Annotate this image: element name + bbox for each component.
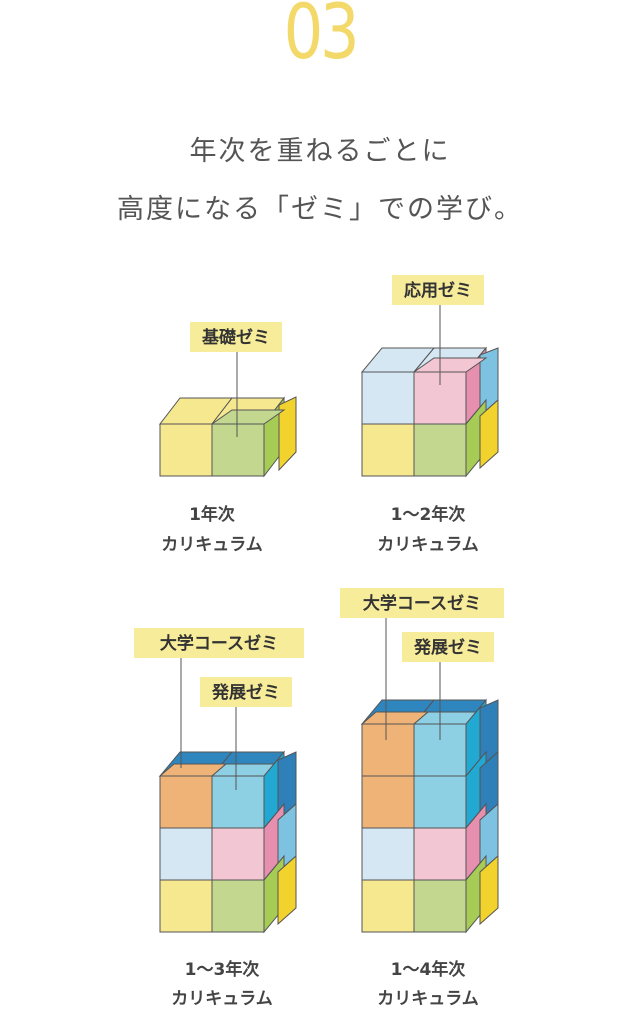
tag-hatten-zemi-4: 発展ゼミ bbox=[413, 637, 482, 658]
caption-year-1-3-line1: 1〜3年次 bbox=[185, 959, 260, 980]
diagram-year-1-3: 大学コースゼミ 発展ゼミ 1〜3年次 カリキュラム bbox=[134, 628, 304, 1009]
diagram-year-1-2: 応用ゼミ 1〜2年次 カリキュラム bbox=[360, 275, 499, 555]
caption-year-1-4-line2: カリキュラム bbox=[377, 989, 479, 1009]
tag-oyo-zemi: 応用ゼミ bbox=[404, 280, 472, 301]
caption-year-1-4-line1: 1〜4年次 bbox=[391, 959, 466, 980]
caption-year-1-2-line2: カリキュラム bbox=[377, 535, 479, 555]
curriculum-cube-diagrams: 基礎ゼミ 1年次 カリキュラム 応用ゼミ 1〜2年次 カリキュラム 大学コースゼ… bbox=[134, 275, 504, 1009]
diagram-year-1-4: 大学コースゼミ 発展ゼミ 1〜4年次 カリキュラム bbox=[340, 588, 504, 1009]
caption-year-1-2-line1: 1〜2年次 bbox=[391, 504, 466, 525]
diagram-year-1: 基礎ゼミ 1年次 カリキュラム bbox=[158, 322, 297, 555]
caption-year-1-line1: 1年次 bbox=[189, 504, 235, 525]
caption-year-1-line2: カリキュラム bbox=[161, 535, 263, 555]
tag-daigaku-course-zemi-4: 大学コースゼミ bbox=[363, 593, 481, 614]
caption-year-1-3-line2: カリキュラム bbox=[171, 989, 273, 1009]
tag-hatten-zemi-3: 発展ゼミ bbox=[211, 682, 280, 703]
tag-kiso-zemi: 基礎ゼミ bbox=[201, 327, 270, 348]
tag-daigaku-course-zemi-3: 大学コースゼミ bbox=[160, 633, 278, 654]
